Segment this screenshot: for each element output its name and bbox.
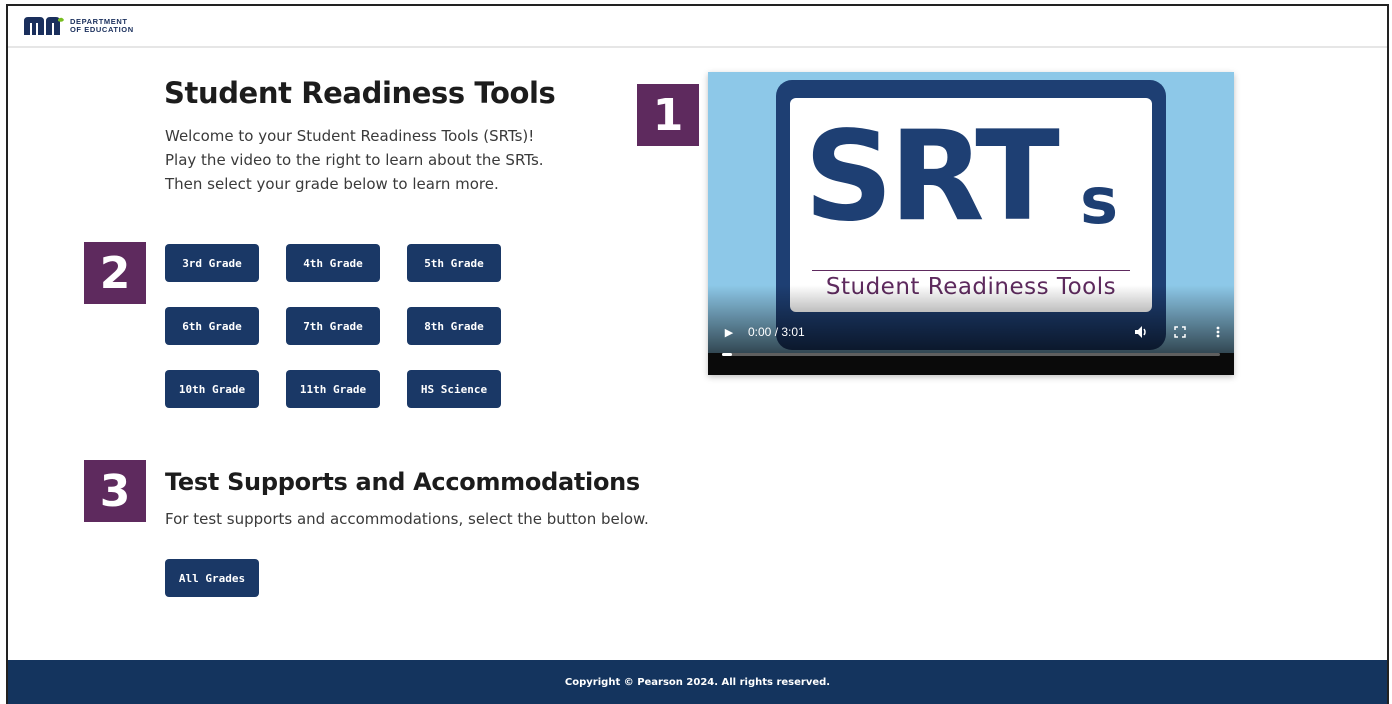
mn-logo-icon [24,17,64,35]
video-bottom-bar [708,353,1234,375]
footer: Copyright © Pearson 2024. All rights res… [8,660,1387,704]
video-time: 0:00 / 3:01 [748,325,805,339]
grade-button-4th[interactable]: 4th Grade [286,244,380,282]
intro-video-player[interactable]: SRT s Student Readiness Tools ▶ 0:00 / 3… [708,72,1234,375]
intro-line: Then select your grade below to learn mo… [165,175,499,193]
grade-button-8th[interactable]: 8th Grade [407,307,501,345]
grade-button-10th[interactable]: 10th Grade [165,370,259,408]
supports-title: Test Supports and Accommodations [165,468,640,496]
grade-button-11th[interactable]: 11th Grade [286,370,380,408]
grade-button-3rd[interactable]: 3rd Grade [165,244,259,282]
more-options-icon[interactable] [1210,324,1226,340]
fullscreen-icon[interactable] [1172,324,1188,340]
intro-line: Play the video to the right to learn abo… [165,151,544,169]
video-poster-screen: SRT s Student Readiness Tools [790,98,1152,312]
grade-button-hs-science[interactable]: HS Science [407,370,501,408]
page-title: Student Readiness Tools [164,76,556,110]
intro-text: Welcome to your Student Readiness Tools … [165,124,544,196]
poster-divider [812,270,1130,271]
step-badge-2: 2 [84,242,146,304]
logo-line-2: OF EDUCATION [70,25,134,34]
footer-copyright: Copyright © Pearson 2024. All rights res… [564,676,831,688]
top-bar: DEPARTMENT OF EDUCATION [8,6,1387,48]
volume-icon[interactable] [1134,324,1150,340]
poster-title-suffix: s [1080,165,1119,239]
video-controls: ▶ 0:00 / 3:01 [716,322,1226,342]
poster-title: SRT [804,105,1060,249]
video-progress-fill [722,353,732,356]
intro-line: Welcome to your Student Readiness Tools … [165,127,535,145]
supports-description: For test supports and accommodations, se… [165,510,649,528]
logo-text: DEPARTMENT OF EDUCATION [70,18,134,34]
grade-button-6th[interactable]: 6th Grade [165,307,259,345]
step-badge-3: 3 [84,460,146,522]
play-icon[interactable]: ▶ [722,325,736,339]
page-frame: DEPARTMENT OF EDUCATION Student Readines… [6,4,1389,704]
mn-education-logo[interactable]: DEPARTMENT OF EDUCATION [24,17,134,35]
grade-button-5th[interactable]: 5th Grade [407,244,501,282]
grade-button-7th[interactable]: 7th Grade [286,307,380,345]
all-grades-button[interactable]: All Grades [165,559,259,597]
video-progress-bar[interactable] [722,353,1220,356]
step-badge-1: 1 [637,84,699,146]
